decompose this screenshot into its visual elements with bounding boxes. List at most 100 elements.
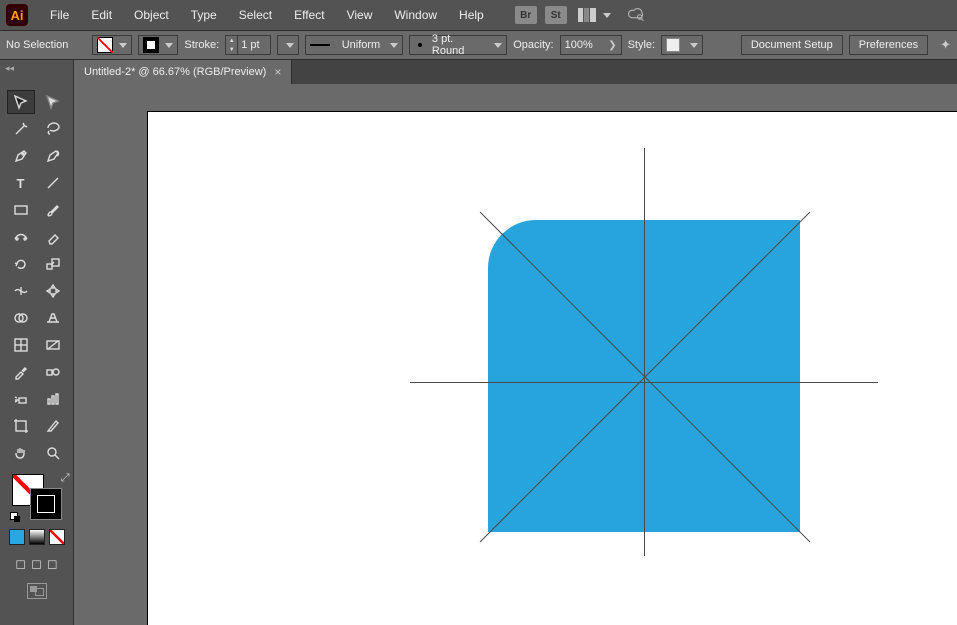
workspace-switcher[interactable] <box>578 8 611 22</box>
opacity-field[interactable]: 100% ❯ <box>560 35 622 55</box>
guide-vertical <box>644 148 645 556</box>
chevron-down-icon <box>119 43 127 48</box>
step-up-icon[interactable]: ▲ <box>226 36 238 45</box>
stroke-weight-dropdown[interactable] <box>277 35 299 55</box>
zoom-tool[interactable] <box>39 441 67 465</box>
scale-tool[interactable] <box>39 252 67 276</box>
canvas[interactable] <box>74 84 957 625</box>
color-mode-solid[interactable] <box>9 529 25 545</box>
draw-modes: ◻ ◻ ◻ <box>15 556 57 572</box>
shape-builder-tool[interactable] <box>7 306 35 330</box>
menu-view[interactable]: View <box>337 4 383 26</box>
screen-mode-button[interactable] <box>27 583 47 599</box>
shaper-tool[interactable] <box>7 225 35 249</box>
chevron-down-icon <box>603 13 611 18</box>
collapse-tools-handle[interactable]: ◂◂ <box>0 60 74 84</box>
width-tool[interactable] <box>7 279 35 303</box>
control-bar: No Selection Stroke: ▲▼ 1 pt Uniform 3 p… <box>0 30 957 60</box>
menu-type[interactable]: Type <box>181 4 227 26</box>
chevron-down-icon <box>494 43 502 48</box>
chevron-down-icon <box>690 43 698 48</box>
artboard[interactable] <box>148 112 957 625</box>
eraser-tool[interactable] <box>39 225 67 249</box>
preferences-button[interactable]: Preferences <box>849 35 928 55</box>
menu-object[interactable]: Object <box>124 4 179 26</box>
selection-tool[interactable] <box>7 90 35 114</box>
rectangle-tool[interactable] <box>7 198 35 222</box>
color-mode-none[interactable] <box>49 529 65 545</box>
bridge-button[interactable]: Br <box>515 6 537 24</box>
style-label: Style: <box>628 39 656 51</box>
blend-tool[interactable] <box>39 360 67 384</box>
document-setup-button[interactable]: Document Setup <box>741 35 843 55</box>
draw-behind-icon[interactable]: ◻ <box>31 556 42 572</box>
chevron-down-icon <box>390 43 398 48</box>
fill-stroke-block[interactable]: ⤢ <box>12 474 62 520</box>
step-down-icon[interactable]: ▼ <box>226 45 238 54</box>
brush-value: 3 pt. Round <box>432 33 484 57</box>
menu-help[interactable]: Help <box>449 4 494 26</box>
perspective-grid-tool[interactable] <box>39 306 67 330</box>
mesh-tool[interactable] <box>7 333 35 357</box>
draw-inside-icon[interactable]: ◻ <box>47 556 58 572</box>
document-tabs: ◂◂ Untitled-2* @ 66.67% (RGB/Preview) × <box>0 60 957 84</box>
symbol-sprayer-tool[interactable] <box>7 387 35 411</box>
document-tab[interactable]: Untitled-2* @ 66.67% (RGB/Preview) × <box>74 60 292 84</box>
type-tool[interactable]: T <box>7 171 35 195</box>
selection-status: No Selection <box>6 39 68 51</box>
graphic-style-dropdown[interactable] <box>661 35 703 55</box>
rotate-tool[interactable] <box>7 252 35 276</box>
close-tab-icon[interactable]: × <box>274 65 281 79</box>
hand-tool[interactable] <box>7 441 35 465</box>
column-graph-tool[interactable] <box>39 387 67 411</box>
tools-panel: T <box>0 84 74 625</box>
menu-file[interactable]: File <box>40 4 79 26</box>
stroke-profile-dropdown[interactable]: Uniform <box>305 35 403 55</box>
line-segment-tool[interactable] <box>39 171 67 195</box>
gradient-tool[interactable] <box>39 333 67 357</box>
stroke-color-picker[interactable] <box>138 35 178 55</box>
draw-normal-icon[interactable]: ◻ <box>15 556 26 572</box>
menu-window[interactable]: Window <box>384 4 447 26</box>
brush-definition-dropdown[interactable]: 3 pt. Round <box>409 35 507 55</box>
brush-dot-icon <box>418 43 422 47</box>
fill-color-picker[interactable] <box>92 35 132 55</box>
curvature-tool[interactable] <box>39 144 67 168</box>
search-adobe-icon[interactable] <box>627 7 645 24</box>
paintbrush-tool[interactable] <box>39 198 67 222</box>
no-fill-icon <box>97 37 113 53</box>
menu-bar: Ai File Edit Object Type Select Effect V… <box>0 0 957 30</box>
color-mode-gradient[interactable] <box>29 529 45 545</box>
app-logo: Ai <box>6 4 28 26</box>
direct-selection-tool[interactable] <box>39 90 67 114</box>
document-tab-title: Untitled-2* @ 66.67% (RGB/Preview) <box>84 66 266 78</box>
slice-tool[interactable] <box>39 414 67 438</box>
stroke-weight-value[interactable]: 1 pt <box>238 39 270 51</box>
menu-edit[interactable]: Edit <box>81 4 122 26</box>
color-mode-row <box>9 529 65 545</box>
stock-button[interactable]: St <box>545 6 567 24</box>
style-swatch-icon <box>666 38 680 52</box>
opacity-label: Opacity: <box>513 39 553 51</box>
eyedropper-tool[interactable] <box>7 360 35 384</box>
default-fill-stroke-icon[interactable] <box>10 512 20 522</box>
menu-effect[interactable]: Effect <box>284 4 334 26</box>
pen-tool[interactable] <box>7 144 35 168</box>
stroke-weight-field[interactable]: ▲▼ 1 pt <box>225 35 271 55</box>
swap-fill-stroke-icon[interactable]: ⤢ <box>61 472 70 485</box>
guide-horizontal <box>410 382 878 383</box>
free-transform-tool[interactable] <box>39 279 67 303</box>
chevron-right-icon: ❯ <box>608 40 616 51</box>
stroke-indicator[interactable] <box>30 488 62 520</box>
artboard-tool[interactable] <box>7 414 35 438</box>
favorites-icon[interactable]: ✦ <box>940 37 951 53</box>
stroke-profile-value: Uniform <box>342 39 381 51</box>
menu-select[interactable]: Select <box>229 4 282 26</box>
stroke-label: Stroke: <box>184 39 219 51</box>
opacity-value: 100% <box>565 39 593 51</box>
stroke-preview-icon <box>310 44 329 46</box>
workspace-icon <box>578 8 596 22</box>
lasso-tool[interactable] <box>39 117 67 141</box>
stroke-swatch-icon <box>143 37 159 53</box>
magic-wand-tool[interactable] <box>7 117 35 141</box>
